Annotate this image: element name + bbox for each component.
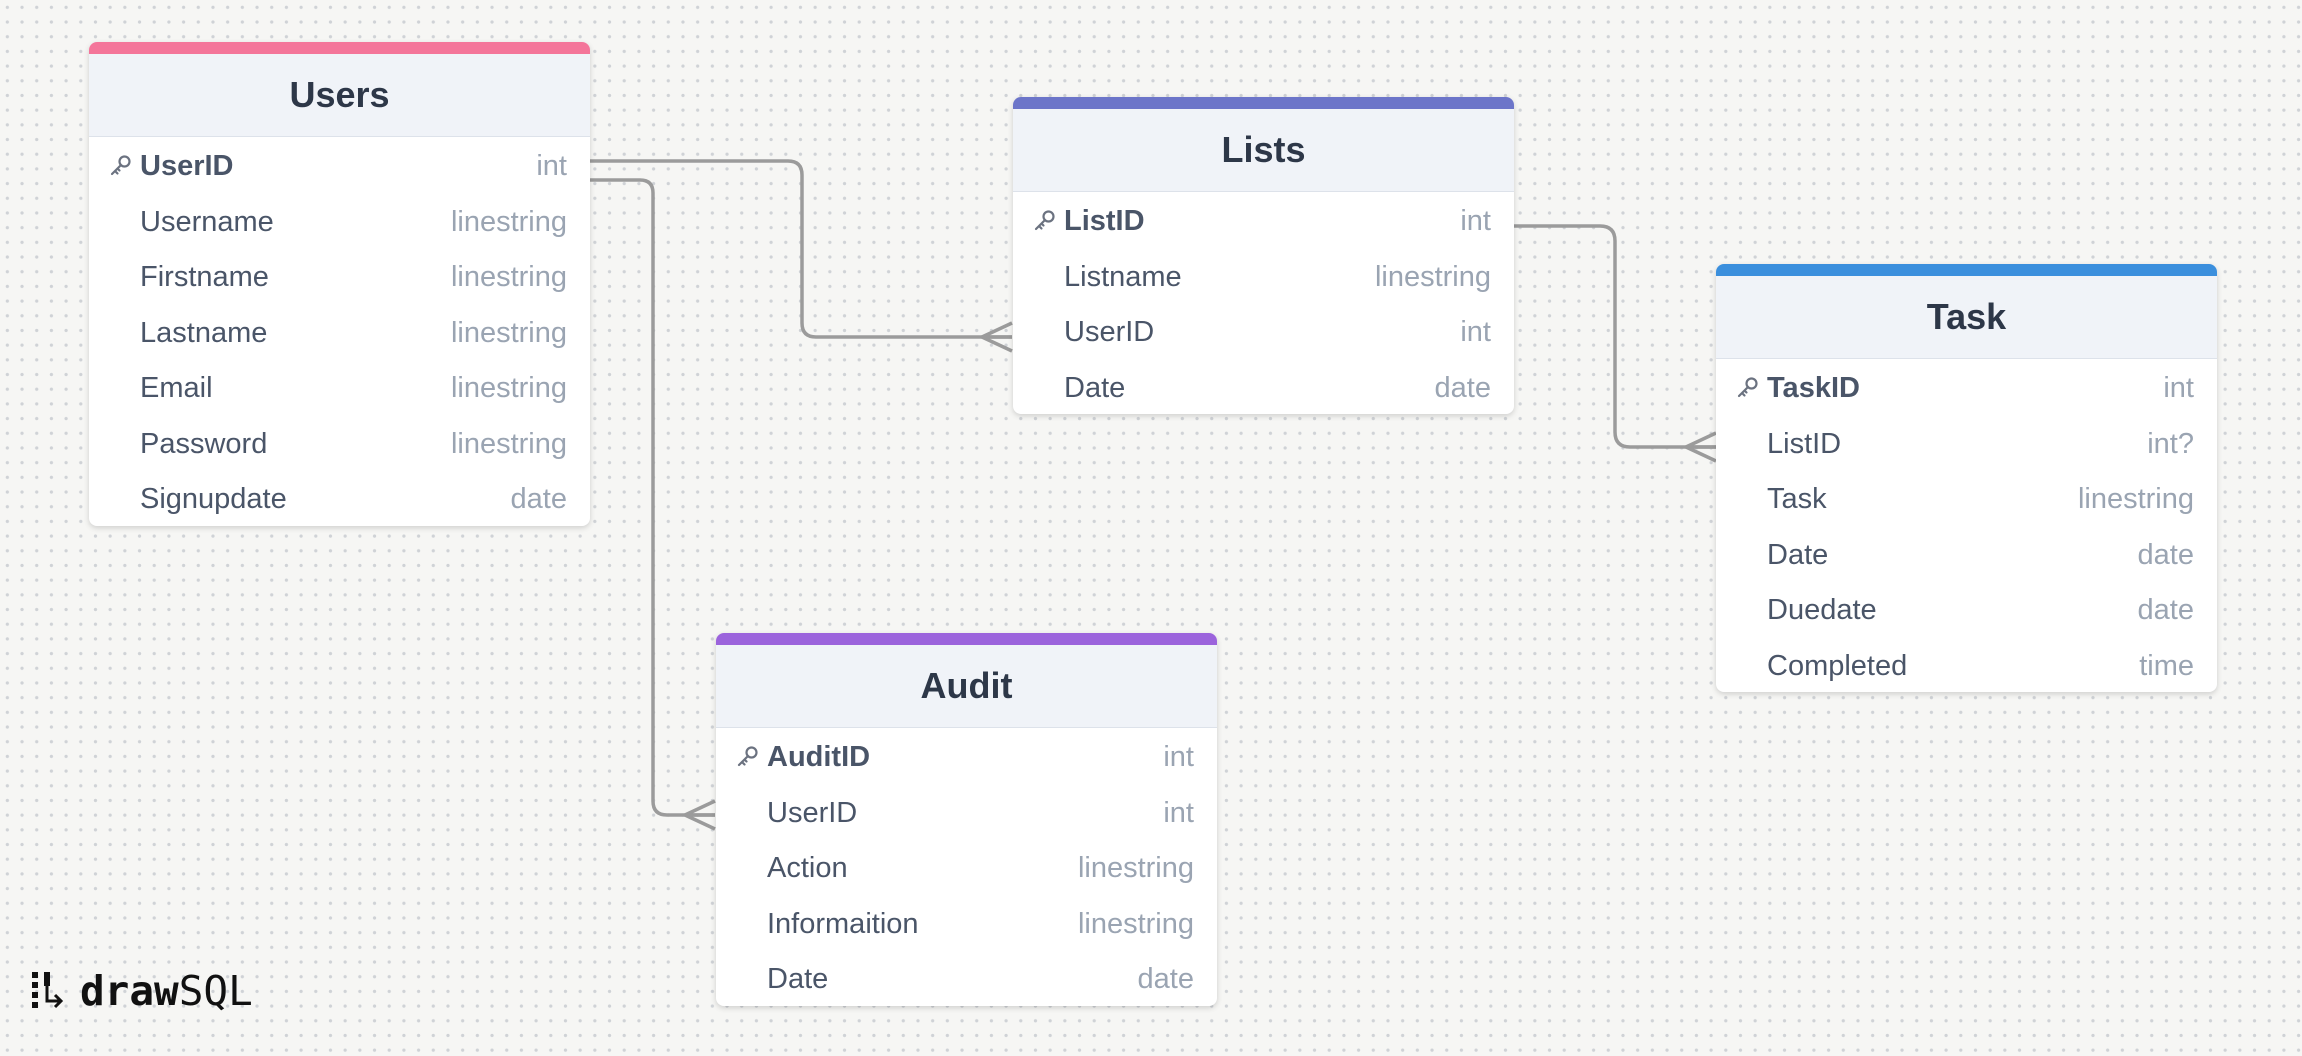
column-row[interactable]: Date date: [716, 950, 1217, 1006]
column-row[interactable]: ListID int?: [1716, 415, 2217, 471]
table-title: Audit: [716, 645, 1217, 728]
column-row[interactable]: Firstname linestring: [89, 248, 590, 304]
column-type: int: [2163, 372, 2194, 404]
column-name: UserID: [140, 150, 234, 182]
table-task[interactable]: Task TaskID int ListID int? Task linestring Da…: [1716, 264, 2217, 692]
column-row[interactable]: Password linestring: [89, 415, 590, 471]
column-row[interactable]: UserID int: [716, 784, 1217, 840]
column-name: Username: [140, 205, 274, 238]
column-name: Informaition: [767, 907, 919, 940]
column-type: linestring: [450, 205, 567, 238]
table-accent-bar: [1716, 264, 2217, 276]
column-row[interactable]: UserID int: [89, 137, 590, 193]
column-row[interactable]: Date date: [1013, 359, 1514, 415]
logo-text-sql: SQL: [178, 967, 253, 1015]
column-row[interactable]: Informaition linestring: [716, 895, 1217, 951]
column-row[interactable]: Username linestring: [89, 193, 590, 249]
column-row[interactable]: Signupdate date: [89, 470, 590, 526]
column-type: linestring: [1077, 907, 1194, 940]
relationship-users-lists: [590, 159, 1012, 339]
logo-text-draw: draw: [80, 967, 179, 1015]
column-name: Action: [767, 852, 848, 884]
column-name: ListID: [1767, 427, 1842, 460]
column-name: UserID: [767, 796, 858, 829]
table-accent-bar: [89, 42, 590, 54]
column-type: linestring: [450, 316, 567, 349]
column-row[interactable]: UserID int: [1013, 303, 1514, 359]
column-row[interactable]: Date date: [1716, 526, 2217, 582]
column-name: TaskID: [1767, 372, 1860, 404]
column-name: Listname: [1064, 260, 1182, 293]
column-name: Lastname: [140, 316, 268, 349]
table-title: Task: [1716, 276, 2217, 359]
column-row[interactable]: Task linestring: [1716, 470, 2217, 526]
column-row[interactable]: AuditID int: [716, 728, 1217, 784]
column-name: AuditID: [767, 741, 871, 773]
column-row[interactable]: ListID int: [1013, 192, 1514, 248]
column-name: Date: [767, 963, 829, 995]
table-accent-bar: [716, 633, 1217, 645]
column-name: Completed: [1767, 649, 1908, 682]
column-row[interactable]: Listname linestring: [1013, 248, 1514, 304]
table-title: Users: [89, 54, 590, 137]
crowfoot-users-lists: [980, 321, 1013, 353]
column-row[interactable]: Duedate date: [1716, 581, 2217, 637]
column-row[interactable]: TaskID int: [1716, 359, 2217, 415]
column-type: date: [2137, 538, 2194, 571]
column-type: int: [1163, 796, 1194, 829]
column-type: date: [510, 483, 567, 515]
column-name: Date: [1767, 538, 1829, 571]
primary-key-icon: [736, 744, 760, 768]
table-accent-bar: [1013, 97, 1514, 109]
column-type: date: [1434, 371, 1491, 404]
drawsql-logo[interactable]: draw SQL: [28, 966, 253, 1016]
column-type: int: [1460, 316, 1491, 348]
column-type: int: [536, 150, 567, 182]
column-name: Firstname: [140, 261, 269, 293]
drawsql-logo-icon: [32, 972, 64, 1009]
table-lists[interactable]: Lists ListID int Listname linestring UserID i…: [1013, 97, 1514, 414]
crowfoot-users-audit: [683, 799, 716, 831]
column-row[interactable]: Completed time: [1716, 637, 2217, 693]
column-type: linestring: [2077, 483, 2194, 515]
column-name: Password: [140, 427, 268, 460]
column-name: Signupdate: [140, 483, 287, 515]
column-type: date: [2137, 594, 2194, 626]
column-type: linestring: [450, 261, 567, 293]
column-name: Email: [140, 372, 213, 404]
column-type: int: [1163, 741, 1194, 773]
table-users[interactable]: Users UserID int Username linestring Firstna…: [89, 42, 590, 526]
table-title: Lists: [1013, 109, 1514, 192]
column-type: int: [1460, 205, 1491, 237]
column-type: linestring: [1077, 852, 1194, 884]
primary-key-icon: [1736, 375, 1760, 399]
column-name: Duedate: [1767, 594, 1877, 626]
column-type: linestring: [450, 372, 567, 404]
column-type: linestring: [450, 427, 567, 460]
column-type: int?: [2147, 427, 2194, 460]
column-name: Date: [1064, 371, 1126, 404]
table-audit[interactable]: Audit AuditID int UserID int Action linestrin…: [716, 633, 1217, 1006]
crowfoot-lists-task: [1684, 431, 1717, 463]
column-name: Task: [1767, 483, 1827, 515]
column-type: date: [1137, 963, 1194, 995]
column-type: linestring: [1374, 260, 1491, 293]
column-name: ListID: [1064, 205, 1145, 237]
primary-key-icon: [1033, 208, 1057, 232]
column-row[interactable]: Email linestring: [89, 359, 590, 415]
relationship-users-audit: [590, 178, 715, 817]
column-row[interactable]: Action linestring: [716, 839, 1217, 895]
column-row[interactable]: Lastname linestring: [89, 304, 590, 360]
primary-key-icon: [109, 153, 133, 177]
relationship-lists-task: [1514, 224, 1716, 449]
column-name: UserID: [1064, 316, 1155, 348]
column-type: time: [2139, 649, 2194, 682]
